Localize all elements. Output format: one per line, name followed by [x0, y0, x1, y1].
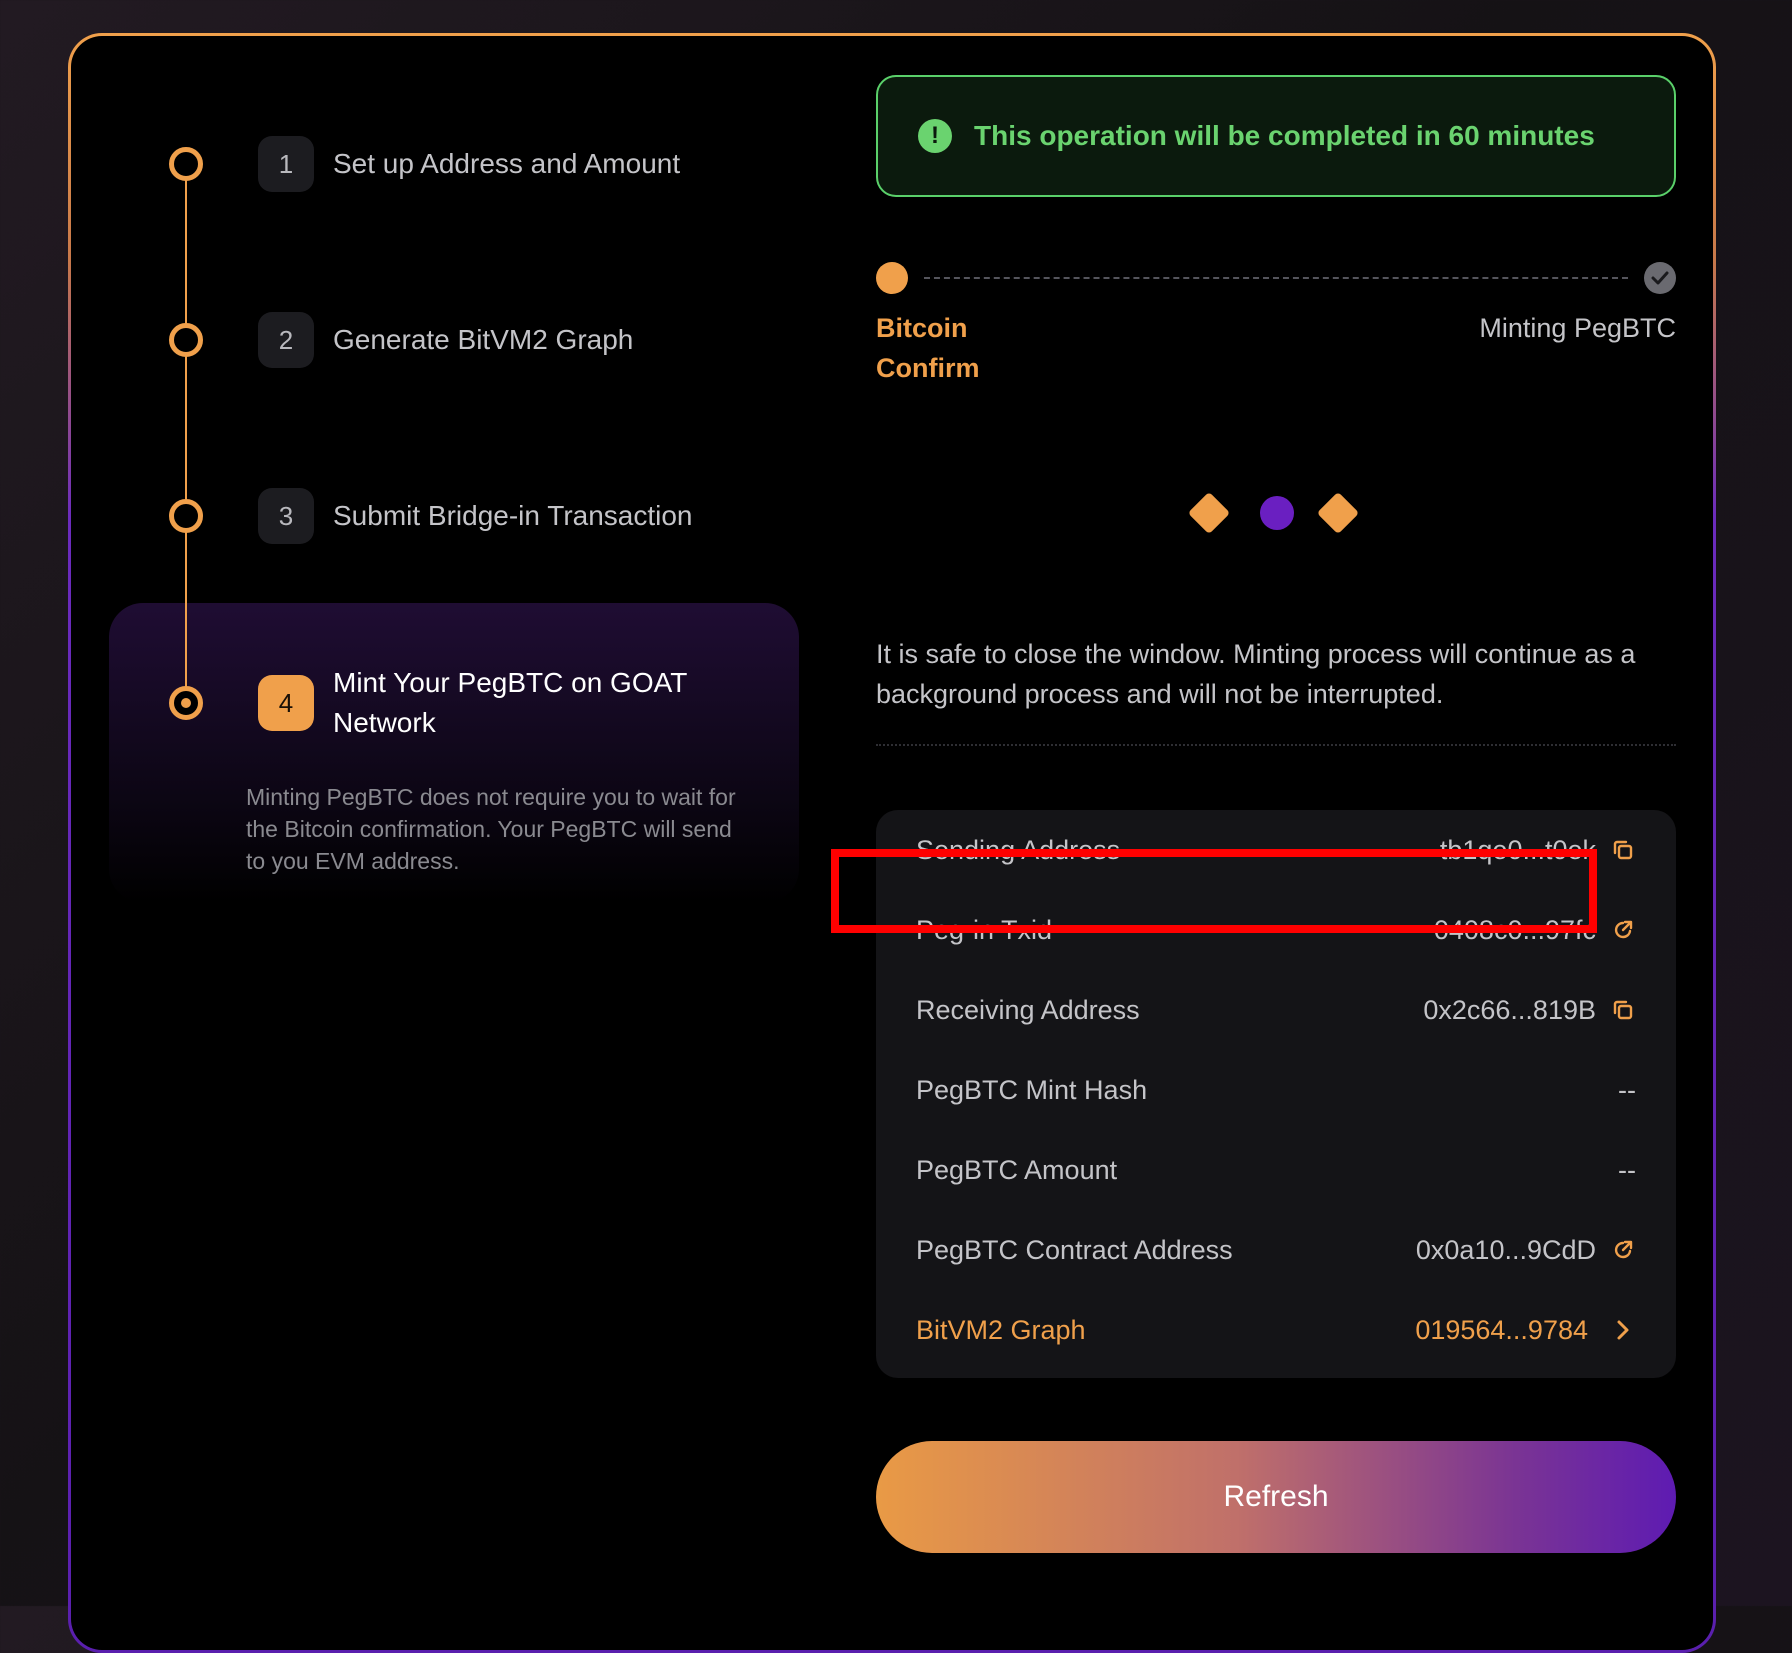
detail-row-bitvm2-graph[interactable]: BitVM2 Graph 019564...9784	[916, 1300, 1636, 1360]
notice-text: This operation will be completed in 60 m…	[974, 120, 1595, 151]
detail-label: PegBTC Mint Hash	[916, 1074, 1148, 1105]
detail-label: PegBTC Amount	[916, 1154, 1118, 1185]
step-node-2	[169, 323, 203, 357]
step-number-2: 2	[258, 312, 314, 368]
bridge-card-frame: 1 Set up Address and Amount 2 Generate B…	[68, 33, 1716, 1653]
bitcoin-confirm-dot	[876, 262, 908, 294]
step-node-3	[169, 499, 203, 533]
copy-icon[interactable]	[1610, 837, 1636, 863]
bridge-card: 1 Set up Address and Amount 2 Generate B…	[71, 36, 1713, 1650]
active-step-description: Minting PegBTC does not require you to w…	[246, 784, 736, 874]
detail-value: --	[1618, 1154, 1636, 1185]
refresh-button[interactable]: Refresh	[876, 1441, 1676, 1553]
chevron-right-icon[interactable]	[1610, 1317, 1636, 1343]
safe-to-close-message: It is safe to close the window. Minting …	[876, 639, 1636, 709]
detail-label: PegBTC Contract Address	[916, 1234, 1233, 1265]
detail-row-pegbtc-amount: PegBTC Amount --	[916, 1140, 1636, 1200]
step-label-3: Submit Bridge-in Transaction	[333, 500, 693, 531]
detail-row-receiving-address: Receiving Address 0x2c66...819B	[916, 980, 1636, 1040]
exclamation-icon: !	[918, 119, 952, 153]
step-node-1	[169, 147, 203, 181]
detail-label: Receiving Address	[916, 994, 1140, 1025]
step-number-4: 4	[258, 675, 314, 731]
detail-value: 0x0a10...9CdD	[1415, 1234, 1596, 1265]
detail-value: 019564...9784	[1415, 1314, 1588, 1345]
step-node-4	[169, 686, 203, 720]
progress-dashed-line	[924, 277, 1628, 279]
check-icon	[1644, 262, 1676, 294]
step-number-1: 1	[258, 136, 314, 192]
highlight-annotation	[831, 849, 1597, 933]
copy-icon[interactable]	[1610, 997, 1636, 1023]
progress-label-minting-pegbtc: Minting PegBTC	[1479, 313, 1676, 343]
detail-value: 0x2c66...819B	[1423, 994, 1596, 1025]
step-number-3: 3	[258, 488, 314, 544]
step-label-1: Set up Address and Amount	[333, 148, 681, 179]
detail-row-contract-address: PegBTC Contract Address 0x0a10...9CdD	[916, 1220, 1636, 1280]
step-label-4: Mint Your PegBTC on GOAT Network	[333, 667, 687, 738]
completion-notice: ! This operation will be completed in 60…	[876, 75, 1676, 197]
detail-label: BitVM2 Graph	[916, 1314, 1086, 1345]
step-label-2: Generate BitVM2 Graph	[333, 324, 634, 355]
loading-dot-center	[1260, 496, 1294, 530]
external-link-icon[interactable]	[1610, 917, 1636, 943]
detail-row-mint-hash: PegBTC Mint Hash --	[916, 1060, 1636, 1120]
external-link-icon[interactable]	[1610, 1237, 1636, 1263]
loading-diamond-right	[1316, 491, 1360, 535]
detail-value: --	[1618, 1074, 1636, 1105]
stepper-line	[185, 164, 187, 704]
progress-label-bitcoin-confirm: Bitcoin Confirm	[876, 313, 980, 383]
section-divider	[876, 744, 1676, 746]
loading-diamond-left	[1187, 491, 1231, 535]
